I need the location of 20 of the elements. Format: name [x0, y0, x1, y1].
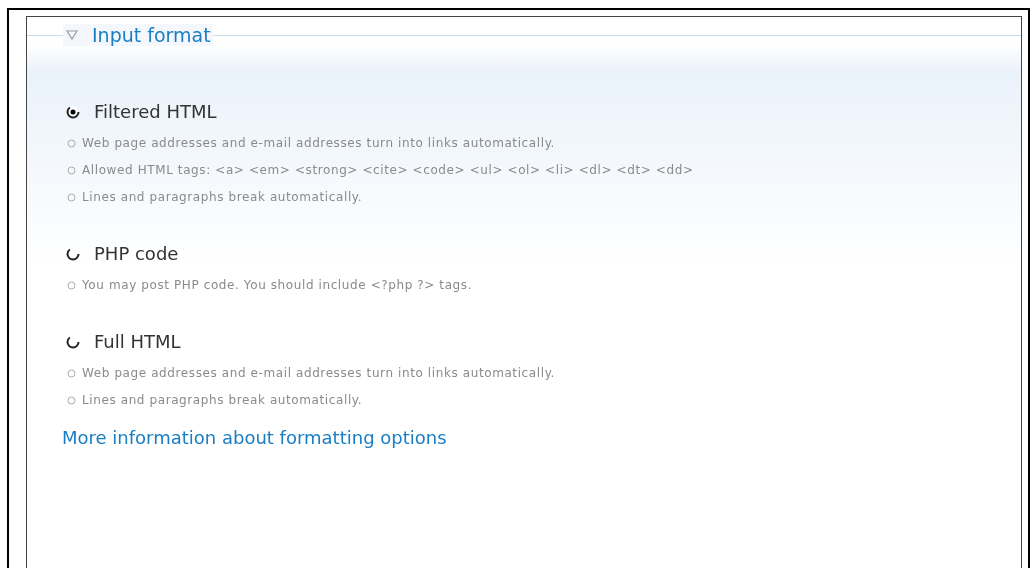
format-tip: You may post PHP code. You should include <?php ?> tags. [82, 278, 473, 293]
radio-button[interactable] [66, 335, 80, 349]
bullet-icon [67, 193, 76, 202]
radio-label[interactable]: PHP code [94, 242, 179, 266]
bullet-icon [67, 369, 76, 378]
bullet-icon [67, 281, 76, 290]
bullet-icon [67, 139, 76, 148]
radio-button[interactable] [66, 247, 80, 261]
format-tip: Allowed HTML tags: <a> <em> <strong> <cite> <code> <ul> <ol> <li> <dl> <dt> <dd> [82, 163, 694, 178]
format-tip: Web page addresses and e-mail addresses turn into links automatically. [82, 136, 556, 151]
format-tip: Lines and paragraphs break automatically. [82, 190, 363, 205]
formatting-info-link[interactable]: More information about formatting options [62, 424, 1021, 451]
fieldset-legend[interactable]: Input format [63, 24, 213, 46]
radio-button[interactable] [66, 105, 80, 119]
format-tip: Lines and paragraphs break automatically. [82, 393, 363, 408]
bullet-icon [67, 396, 76, 405]
bullet-icon [67, 166, 76, 175]
format-tip: Web page addresses and e-mail addresses turn into links automatically. [82, 366, 556, 381]
radio-label[interactable]: Full HTML [94, 330, 181, 354]
radio-label[interactable]: Filtered HTML [94, 100, 217, 124]
